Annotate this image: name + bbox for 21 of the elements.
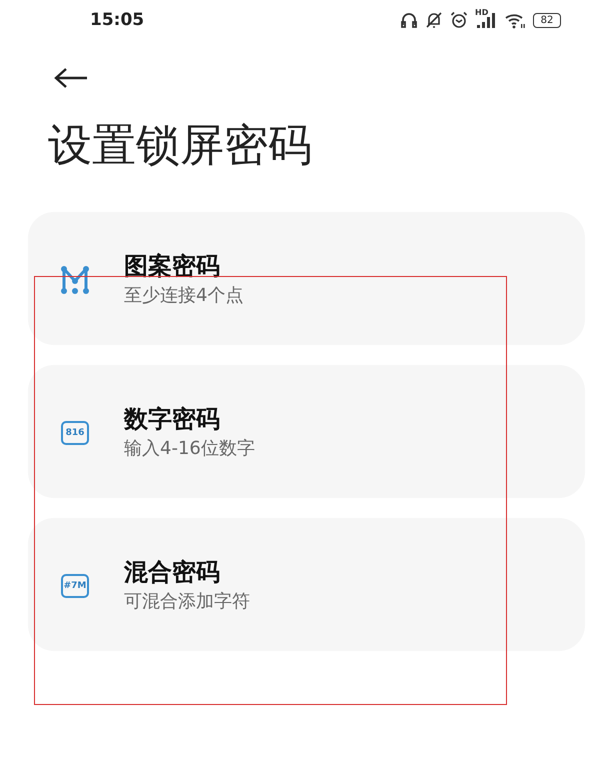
option-title: 图案密码 <box>124 251 221 282</box>
option-subtitle: 可混合添加字符 <box>124 590 250 614</box>
password-option-card[interactable]: 816 数字密码 输入4-16位数字 <box>28 365 585 498</box>
option-title: 混合密码 <box>124 557 221 588</box>
muted-bell-icon <box>425 11 443 29</box>
password-option-card[interactable]: 图案密码 至少连接4个点 <box>28 212 585 345</box>
back-arrow-icon[interactable] <box>53 66 89 90</box>
password-option-card[interactable]: #7M 混合密码 可混合添加字符 <box>28 518 585 651</box>
page-title: 设置锁屏密码 <box>48 119 313 173</box>
option-subtitle: 至少连接4个点 <box>124 284 244 308</box>
battery-level: 82 <box>533 12 561 28</box>
status-time: 15:05 <box>90 10 144 30</box>
signal-icon <box>475 11 497 29</box>
hd-label: HD <box>475 8 488 17</box>
option-title: 数字密码 <box>124 404 221 435</box>
keyboard-chars-icon: #7M <box>61 574 89 598</box>
pattern-icon <box>58 263 92 297</box>
alarm-clock-icon <box>450 11 468 29</box>
option-subtitle: 输入4-16位数字 <box>124 437 255 461</box>
number-pad-icon: 816 <box>61 421 89 445</box>
headphones-icon <box>400 11 418 29</box>
